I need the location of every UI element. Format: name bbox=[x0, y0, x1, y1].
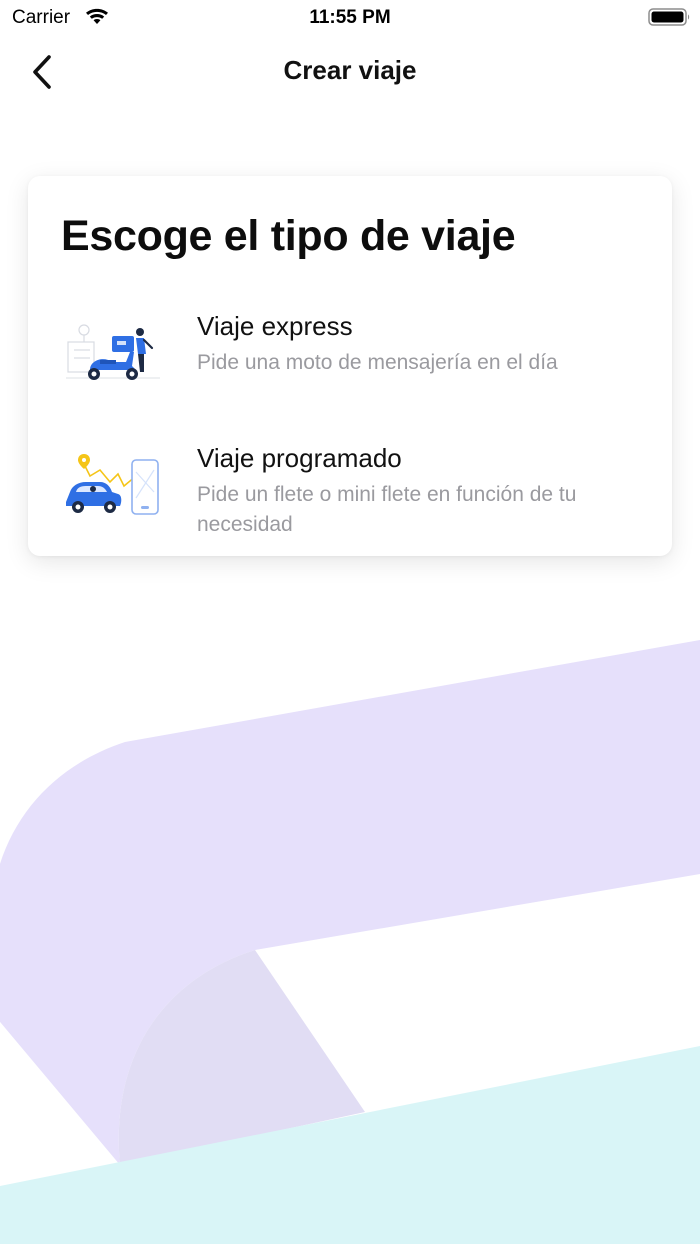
back-button[interactable] bbox=[20, 50, 64, 94]
option-title: Viaje programado bbox=[197, 443, 402, 473]
battery-icon bbox=[648, 8, 690, 26]
chevron-left-icon bbox=[33, 55, 51, 89]
card-title: Escoge el tipo de viaje bbox=[61, 212, 516, 260]
option-express-trip[interactable]: Viaje express Pide una moto de mensajerí… bbox=[28, 304, 672, 426]
option-description: Pide una moto de mensajería en el día bbox=[197, 351, 558, 374]
car-route-phone-icon bbox=[66, 454, 159, 515]
option-description: Pide un flete o mini flete en función de… bbox=[197, 483, 577, 536]
screen: Carrier 11:55 PM Crear viaje Escoge el t… bbox=[0, 0, 700, 1244]
trip-type-card: Escoge el tipo de viaje Viaje express Pi… bbox=[28, 176, 672, 556]
clock: 11:55 PM bbox=[309, 7, 391, 28]
status-bar: Carrier 11:55 PM bbox=[0, 0, 700, 36]
option-title: Viaje express bbox=[197, 311, 353, 341]
page-title: Crear viaje bbox=[283, 55, 417, 85]
scooter-delivery-icon bbox=[66, 324, 160, 380]
navigation-bar: Crear viaje bbox=[0, 36, 700, 108]
option-scheduled-trip[interactable]: Viaje programado Pide un flete o mini fl… bbox=[28, 436, 672, 558]
